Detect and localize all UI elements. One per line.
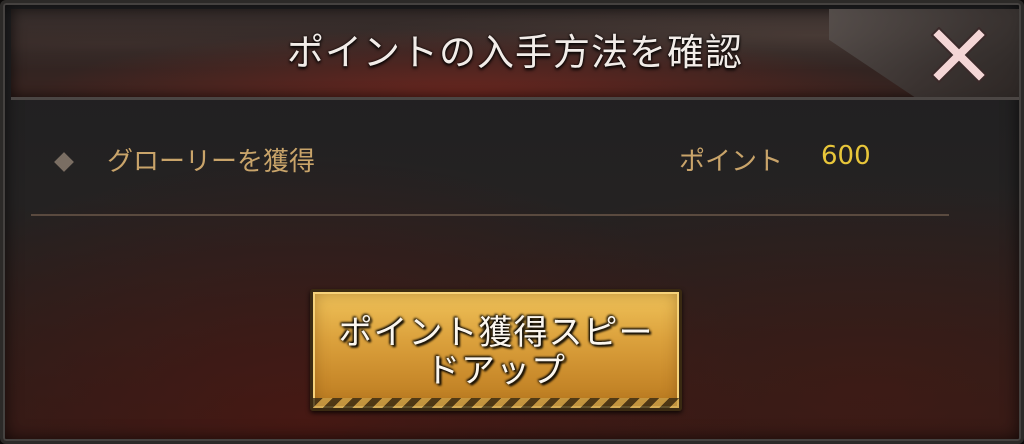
divider <box>31 214 949 216</box>
points-speedup-button-label: ポイント獲得スピー ドアップ <box>313 314 679 390</box>
dialog-header: ポイントの入手方法を確認 <box>11 9 1019 100</box>
button-label-line1: ポイント獲得スピー <box>338 313 654 353</box>
points-info-dialog: ポイントの入手方法を確認 グローリーを獲得 ポイント 600 ポイント獲得スピー… <box>0 0 1024 444</box>
close-button[interactable] <box>930 26 988 84</box>
button-label-line2: ドアップ <box>426 351 566 391</box>
list-item: グローリーを獲得 ポイント 600 <box>31 123 949 193</box>
points-value: 600 <box>821 141 871 171</box>
points-speedup-button[interactable]: ポイント獲得スピー ドアップ <box>310 289 682 411</box>
dialog-title: ポイントの入手方法を確認 <box>287 31 743 74</box>
close-x-icon <box>930 26 988 84</box>
method-label: グローリーを獲得 <box>107 147 316 177</box>
points-label: ポイント <box>679 147 784 177</box>
hazard-stripe-decoration <box>313 398 679 408</box>
diamond-bullet-icon <box>54 152 74 172</box>
